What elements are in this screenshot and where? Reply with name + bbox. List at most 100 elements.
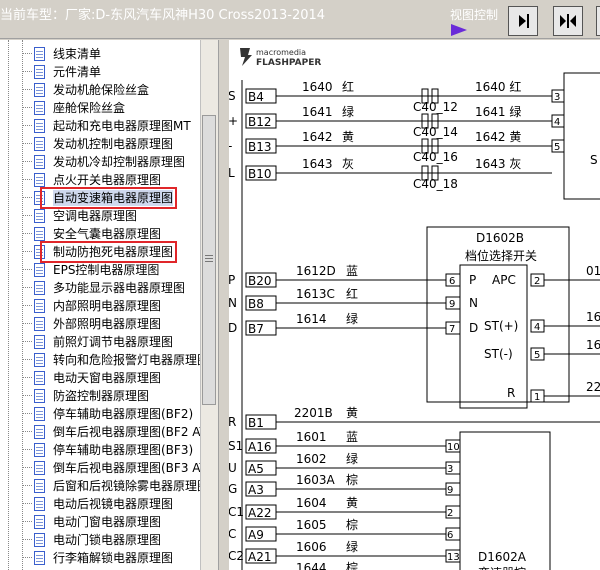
document-icon — [34, 83, 45, 97]
tree-connector — [22, 521, 32, 522]
wire-color: 红 — [342, 79, 354, 94]
top-toolbar: 当前车型：厂家:D-东风汽车风神H30 Cross2013-2014 视图控制 — [0, 0, 600, 39]
pin-num: 5 — [554, 142, 560, 153]
tree-item-label: 发动机舱保险丝盒 — [53, 83, 150, 97]
tree-connector — [22, 305, 32, 306]
fit-width-button[interactable] — [553, 6, 583, 36]
panel-splitter[interactable] — [218, 40, 228, 570]
tree-connector — [22, 395, 32, 396]
partial-toolbar-button[interactable] — [596, 6, 600, 36]
wire-right-label: 1643 灰 — [475, 157, 521, 171]
document-icon — [34, 155, 45, 169]
document-icon — [34, 497, 45, 511]
document-icon — [34, 353, 45, 367]
document-icon — [34, 65, 45, 79]
pin-num: 13 — [447, 552, 460, 563]
wire-code: 1602 — [296, 452, 327, 466]
tree-connector — [22, 233, 32, 234]
tree-item-label: 转向和危险报警灯电器原理图 — [53, 353, 210, 367]
pin-num: 7 — [449, 324, 455, 335]
pin-letter: S1 — [229, 439, 243, 453]
wire-color: 棕 — [346, 560, 358, 570]
tree-item-label: 前照灯调节电器原理图 — [53, 335, 174, 349]
tree-item-label: 多功能显示器电器原理图 — [53, 281, 186, 295]
pin-letter: U — [229, 461, 237, 475]
wire-code: 1605 — [296, 518, 327, 532]
pin-label: B8 — [248, 297, 264, 311]
arrow-to-right-bar-button[interactable] — [508, 6, 538, 36]
switch-id: D1602B — [476, 231, 524, 245]
tree-connector — [22, 89, 32, 90]
play-arrow-icon[interactable] — [451, 24, 467, 36]
wire-code: 1643 — [302, 157, 333, 171]
highlight-box — [40, 241, 177, 263]
pin-letter: L — [229, 166, 235, 180]
wire-code: 1640 — [302, 80, 333, 94]
tree-item-label: 电动后视镜电器原理图 — [53, 497, 174, 511]
pin-label: B4 — [248, 90, 264, 104]
pin-num: 4 — [554, 117, 560, 128]
pin-num: 4 — [534, 322, 540, 333]
highlight-box — [40, 187, 177, 209]
document-icon — [34, 371, 45, 385]
wire-code: 1613C — [296, 287, 335, 301]
title-prefix: 当前车型： — [0, 8, 66, 23]
tree-connector — [22, 323, 32, 324]
document-icon — [34, 281, 45, 295]
pin-label: A16 — [248, 440, 271, 454]
wire-code: 1642 — [302, 130, 333, 144]
document-icon — [34, 263, 45, 277]
pin-letter: P — [229, 273, 235, 287]
st-plus-label: ST(+) — [484, 319, 518, 333]
wire-color: 黄 — [346, 496, 358, 510]
wire-color: 棕 — [346, 472, 358, 487]
pin-label: B7 — [248, 322, 264, 336]
tree-connector — [22, 449, 32, 450]
wire-right-label: 16 — [586, 310, 600, 324]
document-icon — [34, 461, 45, 475]
tree-connector — [22, 413, 32, 414]
switch-pin-label: D — [469, 321, 478, 335]
pin-label: A9 — [248, 528, 264, 542]
tree-connector — [22, 143, 32, 144]
wire-color: 绿 — [346, 311, 358, 326]
pin-letter: R — [229, 415, 236, 429]
tree-connector — [22, 539, 32, 540]
document-icon — [34, 425, 45, 439]
tree-item-label: 外部照明电器原理图 — [53, 317, 162, 331]
tree-connector — [22, 557, 32, 558]
arrow-to-right-bar-icon — [519, 14, 529, 28]
wire-code: 1601 — [296, 430, 327, 444]
wire-color: 蓝 — [346, 264, 358, 278]
document-icon — [34, 173, 45, 187]
pin-num: 10 — [447, 442, 460, 453]
tree-item-label: 线束清单 — [53, 47, 102, 61]
tree-connector — [22, 125, 32, 126]
wire-right-label: 1641 绿 — [475, 104, 521, 119]
document-icon — [34, 389, 45, 403]
pin-label: B20 — [248, 274, 272, 288]
schematic-tree: 线束清单 元件清单 发动机舱保险丝盒 座舱保险丝盒 起动和充电电器原理图MT 发动机控制电… — [0, 40, 218, 570]
tree-item-label: 停车辅助电器原理图(BF2) — [53, 407, 194, 421]
wire-color: 绿 — [346, 451, 358, 466]
pin-num: 3 — [554, 92, 560, 103]
pin-letter: C — [229, 527, 236, 541]
tree-item-label: 电动门锁电器原理图 — [53, 533, 162, 547]
tree-item-label: 倒车后视电器原理图(BF2 AT8 — [53, 425, 215, 439]
lower-module-id: D1602A — [478, 550, 527, 564]
st-minus-label: ST(-) — [484, 347, 513, 361]
document-icon — [34, 335, 45, 349]
pin-letter: G — [229, 482, 237, 496]
module-box — [563, 72, 600, 200]
scroll-grip-icon — [205, 255, 213, 263]
tree-connector — [22, 197, 32, 198]
wire-code: 1614 — [296, 312, 327, 326]
tree-item-label: 防盗控制器原理图 — [53, 389, 150, 403]
document-icon — [34, 47, 45, 61]
connector-id: C40_14 — [413, 125, 458, 139]
switch-pin-label: P — [469, 273, 476, 287]
connector-id: C40_16 — [413, 150, 458, 164]
pin-label: A5 — [248, 462, 264, 476]
document-icon — [34, 119, 45, 133]
tree-connector — [22, 53, 32, 54]
